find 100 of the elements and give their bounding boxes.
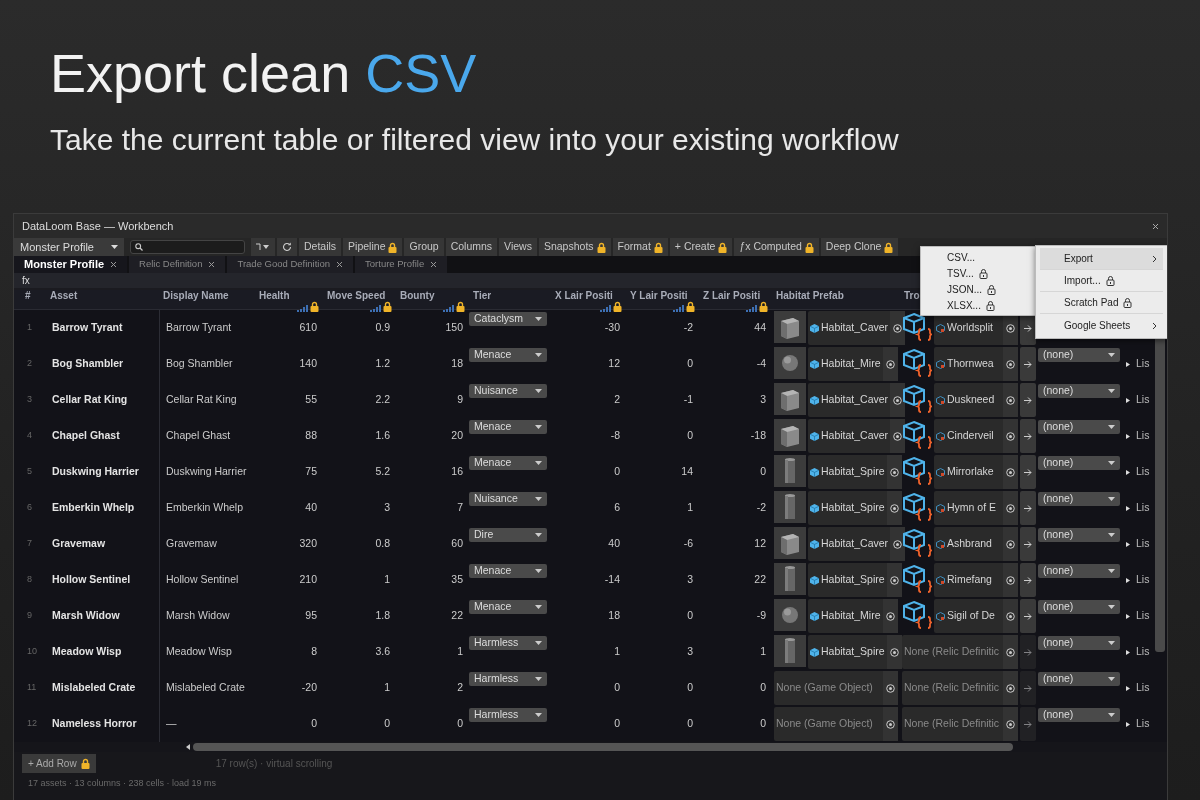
choice-dropdown[interactable]: (none) bbox=[1038, 384, 1120, 398]
tier-dropdown[interactable]: Harmless bbox=[469, 636, 547, 650]
menu-item[interactable]: Google Sheets bbox=[1040, 314, 1163, 336]
list-link[interactable]: Lis bbox=[1136, 608, 1156, 624]
toolbar-button[interactable]: Pipeline bbox=[343, 238, 403, 256]
target-icon[interactable] bbox=[886, 719, 895, 729]
column-header[interactable]: Tro bbox=[904, 290, 920, 301]
tab[interactable]: Torture Profile bbox=[355, 256, 448, 273]
target-icon[interactable] bbox=[893, 539, 903, 549]
choice-dropdown[interactable]: (none) bbox=[1038, 600, 1120, 614]
target-icon[interactable] bbox=[893, 323, 903, 333]
choice-dropdown[interactable]: (none) bbox=[1038, 636, 1120, 650]
tier-dropdown[interactable]: Menace bbox=[469, 456, 547, 470]
list-link[interactable]: Lis bbox=[1136, 536, 1156, 552]
list-link[interactable]: Lis bbox=[1136, 428, 1156, 444]
menu-item[interactable]: Import... bbox=[1040, 270, 1163, 292]
toolbar-button[interactable]: Columns bbox=[445, 238, 498, 256]
close-icon[interactable] bbox=[336, 261, 344, 268]
list-link[interactable]: Lis bbox=[1136, 644, 1156, 660]
target-icon[interactable] bbox=[1006, 467, 1015, 477]
choice-dropdown[interactable]: (none) bbox=[1038, 348, 1120, 362]
object-field[interactable]: Habitat_Spire bbox=[808, 491, 902, 525]
object-field[interactable]: None (Relic Definitic bbox=[902, 707, 1018, 741]
refresh-button[interactable] bbox=[277, 238, 297, 256]
menu-item[interactable]: XLSX... bbox=[921, 297, 1035, 313]
target-icon[interactable] bbox=[886, 683, 895, 693]
target-icon[interactable] bbox=[1006, 683, 1015, 693]
tab[interactable]: Trade Good Definition bbox=[227, 256, 354, 273]
object-field[interactable]: Habitat_Caver bbox=[808, 527, 906, 561]
choice-dropdown[interactable]: (none) bbox=[1038, 564, 1120, 578]
toolbar-button[interactable]: Deep Clone bbox=[820, 238, 899, 256]
menu-item[interactable]: Export bbox=[1040, 248, 1163, 270]
filter-button[interactable] bbox=[251, 238, 275, 256]
tier-dropdown[interactable]: Nuisance bbox=[469, 492, 547, 506]
column-header[interactable]: Bounty bbox=[400, 290, 435, 301]
expand-icon[interactable] bbox=[1126, 397, 1130, 403]
toolbar-button[interactable]: Views bbox=[499, 238, 537, 256]
column-header[interactable]: Tier bbox=[473, 290, 492, 301]
target-icon[interactable] bbox=[1006, 503, 1015, 513]
tab[interactable]: Monster Profile bbox=[14, 256, 128, 273]
tier-dropdown[interactable]: Menace bbox=[469, 348, 547, 362]
menu-item[interactable]: Scratch Pad bbox=[1040, 292, 1163, 314]
target-icon[interactable] bbox=[893, 395, 903, 405]
choice-dropdown[interactable]: (none) bbox=[1038, 420, 1120, 434]
object-field[interactable]: None (Relic Definitic bbox=[902, 635, 1018, 669]
scroll-left-icon[interactable] bbox=[186, 744, 190, 750]
target-icon[interactable] bbox=[1006, 431, 1015, 441]
object-field[interactable]: Rimefang bbox=[934, 563, 1018, 597]
column-header[interactable]: Y Lair Positi bbox=[630, 290, 688, 301]
object-field[interactable]: Hymn of E bbox=[934, 491, 1018, 525]
expand-icon[interactable] bbox=[1126, 505, 1130, 511]
expand-icon[interactable] bbox=[1126, 541, 1130, 547]
menu-item[interactable]: TSV... bbox=[921, 265, 1035, 281]
choice-dropdown[interactable]: (none) bbox=[1038, 528, 1120, 542]
list-link[interactable]: Lis bbox=[1136, 356, 1156, 372]
target-icon[interactable] bbox=[889, 647, 899, 657]
object-field[interactable]: Habitat_Spire bbox=[808, 563, 902, 597]
list-link[interactable]: Lis bbox=[1136, 392, 1156, 408]
expand-icon[interactable] bbox=[1126, 433, 1130, 439]
search-field[interactable] bbox=[130, 240, 245, 254]
expand-icon[interactable] bbox=[1126, 721, 1130, 727]
scrollbar-thumb[interactable] bbox=[193, 743, 1013, 751]
target-icon[interactable] bbox=[1006, 539, 1015, 549]
tier-dropdown[interactable]: Menace bbox=[469, 420, 547, 434]
expand-icon[interactable] bbox=[1126, 469, 1130, 475]
object-field[interactable]: Habitat_Caver bbox=[808, 311, 906, 345]
column-header[interactable]: Display Name bbox=[163, 290, 229, 301]
object-field[interactable]: Habitat_Spire bbox=[808, 455, 902, 489]
object-field[interactable]: Habitat_Mire bbox=[808, 347, 898, 381]
target-icon[interactable] bbox=[886, 359, 895, 369]
tab[interactable]: Relic Definition bbox=[129, 256, 226, 273]
expand-icon[interactable] bbox=[1126, 685, 1130, 691]
object-field[interactable]: Habitat_Spire bbox=[808, 635, 902, 669]
target-icon[interactable] bbox=[1006, 719, 1015, 729]
choice-dropdown[interactable]: (none) bbox=[1038, 708, 1120, 722]
target-icon[interactable] bbox=[893, 431, 903, 441]
column-header[interactable]: Health bbox=[259, 290, 290, 301]
toolbar-button[interactable]: Group bbox=[404, 238, 444, 256]
target-icon[interactable] bbox=[1006, 575, 1015, 585]
expand-icon[interactable] bbox=[1126, 613, 1130, 619]
list-link[interactable]: Lis bbox=[1136, 572, 1156, 588]
toolbar-button[interactable]: Snapshots bbox=[538, 238, 611, 256]
tier-dropdown[interactable]: Menace bbox=[469, 564, 547, 578]
object-field[interactable]: Habitat_Mire bbox=[808, 599, 898, 633]
column-header[interactable]: Habitat Prefab bbox=[776, 290, 844, 301]
tier-dropdown[interactable]: Cataclysm bbox=[469, 312, 547, 326]
list-link[interactable]: Lis bbox=[1136, 680, 1156, 696]
choice-dropdown[interactable]: (none) bbox=[1038, 492, 1120, 506]
object-field[interactable]: Cinderveil bbox=[934, 419, 1018, 453]
column-header[interactable]: # bbox=[25, 290, 31, 301]
target-icon[interactable] bbox=[886, 611, 895, 621]
target-icon[interactable] bbox=[1006, 611, 1015, 621]
list-link[interactable]: Lis bbox=[1136, 464, 1156, 480]
target-icon[interactable] bbox=[1006, 359, 1015, 369]
target-icon[interactable] bbox=[889, 503, 899, 513]
object-field[interactable]: Habitat_Caver bbox=[808, 419, 906, 453]
toolbar-button[interactable]: ƒx Computed bbox=[734, 238, 819, 256]
column-header[interactable]: Asset bbox=[50, 290, 78, 301]
object-field[interactable]: None (Game Object) bbox=[774, 707, 898, 741]
choice-dropdown[interactable]: (none) bbox=[1038, 672, 1120, 686]
